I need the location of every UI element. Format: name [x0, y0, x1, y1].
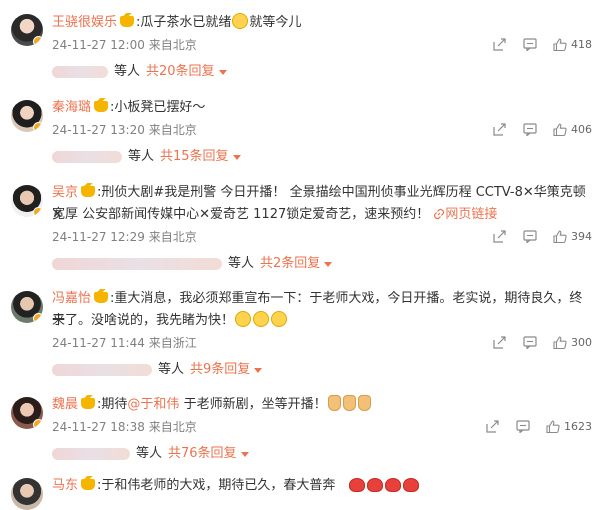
share-icon[interactable] — [493, 123, 506, 136]
comment-location: 来自北京 — [148, 420, 197, 434]
blurred-usernames — [52, 66, 108, 78]
share-icon[interactable] — [493, 230, 506, 243]
blurred-usernames — [52, 448, 130, 460]
heart-emoji-icon — [403, 478, 420, 492]
crown-icon — [94, 289, 109, 303]
comment-text: 来了。没啥说的，我先睹为快！ — [52, 313, 235, 328]
smile-emoji-icon — [232, 13, 249, 29]
username-link[interactable]: 马东 — [52, 478, 78, 493]
avatar[interactable] — [11, 185, 43, 217]
comment-icon[interactable] — [523, 123, 537, 136]
comment-location: 来自北京 — [148, 230, 197, 244]
avatar[interactable] — [11, 100, 43, 132]
comment-location: 来自北京 — [148, 38, 197, 52]
avatar[interactable] — [11, 291, 43, 323]
comment-location: 来自浙江 — [148, 336, 197, 350]
comment-text: 宽厚 公安部新闻传媒中心✕爱奇艺 1127锁定爱奇艺，速来预约！ — [52, 207, 430, 222]
thumbs-up-emoji-icon — [357, 395, 371, 411]
verified-badge-icon — [33, 36, 43, 46]
comment-time: 24-11-27 12:00 — [52, 38, 145, 52]
like-icon[interactable] — [553, 38, 567, 51]
thumbs-up-emoji-icon — [342, 395, 356, 411]
username-link[interactable]: 冯嘉怡 — [52, 291, 91, 306]
verified-badge-icon — [33, 313, 43, 323]
comment-time: 24-11-27 13:20 — [52, 123, 145, 137]
like-count: 394 — [571, 230, 592, 243]
username-link[interactable]: 吴京 — [52, 185, 78, 200]
heart-emoji-icon — [367, 478, 384, 492]
comment-text: 期待 — [101, 397, 128, 412]
blurred-usernames — [52, 151, 122, 163]
like-icon[interactable] — [553, 230, 567, 243]
thumbs-up-emoji-icon — [327, 395, 341, 411]
crown-icon — [81, 476, 96, 490]
heart-emoji-icon — [385, 478, 402, 492]
smile-emoji-icon — [235, 311, 252, 327]
view-replies-link[interactable]: 共9条回复 — [190, 360, 250, 380]
crown-icon — [94, 98, 109, 112]
comment-text: 于老师新剧，坐等开播！ — [179, 397, 327, 412]
like-icon[interactable] — [553, 336, 567, 349]
view-replies-link[interactable]: 共20条回复 — [146, 62, 215, 82]
mention-link[interactable]: @于和伟 — [127, 397, 179, 412]
chevron-down-icon — [240, 451, 249, 457]
avatar[interactable] — [11, 478, 43, 510]
chevron-down-icon — [324, 261, 333, 267]
verified-badge-icon — [33, 207, 43, 217]
comment-icon[interactable] — [516, 420, 530, 433]
blurred-usernames — [52, 258, 222, 270]
blurred-usernames — [52, 364, 152, 376]
share-icon[interactable] — [486, 420, 499, 433]
username-link[interactable]: 魏晨 — [52, 397, 78, 412]
chevron-down-icon — [254, 367, 263, 373]
username-link[interactable]: 秦海璐 — [52, 100, 91, 115]
comment-icon[interactable] — [523, 336, 537, 349]
like-count: 300 — [571, 336, 592, 349]
share-icon[interactable] — [493, 38, 506, 51]
chevron-down-icon — [218, 69, 227, 75]
comment-text: 小板凳已摆好～ — [114, 100, 206, 115]
chevron-down-icon — [232, 154, 241, 160]
like-count: 418 — [571, 38, 592, 51]
comment-icon[interactable] — [523, 230, 537, 243]
view-replies-link[interactable]: 共2条回复 — [260, 254, 320, 274]
comment-time: 24-11-27 11:44 — [52, 336, 145, 350]
link-icon — [433, 206, 445, 228]
comment-icon[interactable] — [523, 38, 537, 51]
like-count: 1623 — [564, 420, 592, 433]
comment-text: 于和伟老师的大戏，期待已久，春大普奔 — [101, 478, 336, 493]
avatar[interactable] — [11, 397, 43, 429]
verified-badge-icon — [33, 122, 43, 132]
web-link[interactable]: 网页链接 — [445, 207, 497, 222]
smile-emoji-icon — [271, 311, 288, 327]
like-icon[interactable] — [553, 123, 567, 136]
username-link[interactable]: 王骁很娱乐 — [52, 15, 117, 30]
like-count: 406 — [571, 123, 592, 136]
crown-icon — [120, 13, 135, 27]
crown-icon — [81, 183, 96, 197]
like-icon[interactable] — [546, 420, 560, 433]
comment-text: 瓜子茶水已就绪 — [140, 15, 232, 30]
verified-badge-icon — [33, 419, 43, 429]
view-replies-link[interactable]: 共76条回复 — [168, 444, 237, 464]
view-replies-link[interactable]: 共15条回复 — [160, 147, 229, 167]
avatar[interactable] — [11, 14, 43, 46]
heart-emoji-icon — [349, 478, 366, 492]
smile-emoji-icon — [253, 311, 270, 327]
comment-time: 24-11-27 12:29 — [52, 230, 145, 244]
share-icon[interactable] — [493, 336, 506, 349]
comment-time: 24-11-27 18:38 — [52, 420, 145, 434]
crown-icon — [81, 395, 96, 409]
comment-location: 来自北京 — [148, 123, 197, 137]
comment-text: 就等今儿 — [249, 15, 302, 30]
